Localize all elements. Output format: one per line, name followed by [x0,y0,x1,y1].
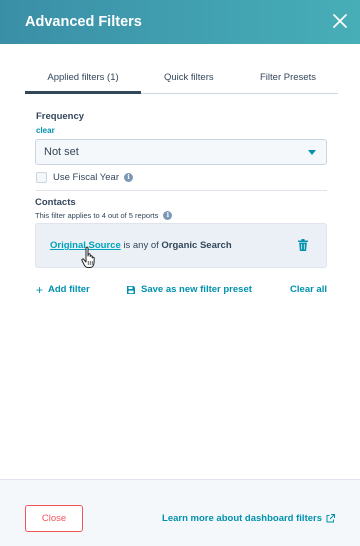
frequency-select[interactable]: Not set [35,139,327,165]
save-preset-label: Save as new filter preset [141,284,252,295]
clear-all-button[interactable]: Clear all [290,284,327,295]
info-icon[interactable]: i [163,211,173,220]
tab-filter-presets[interactable]: Filter Presets [260,66,316,93]
external-link-icon [326,514,335,523]
plus-icon: + [36,282,44,297]
trash-icon[interactable] [298,239,308,251]
section-divider [36,190,327,191]
filter-actions: + Add filter Save as new filter preset C… [36,284,327,298]
filter-value: Organic Search [161,240,232,251]
frequency-label: Frequency [36,111,85,122]
close-button[interactable]: Close [25,505,83,532]
learn-more-link[interactable]: Learn more about dashboard filters [162,513,335,524]
tab-quick-filters[interactable]: Quick filters [164,66,214,93]
tab-applied-filters[interactable]: Applied filters (1) [25,66,141,94]
save-preset-button[interactable]: Save as new filter preset [127,284,252,295]
filter-operator: is any of [123,240,159,251]
filter-card[interactable]: Original Source is any of Organic Search [35,223,327,268]
fiscal-year-row: Use Fiscal Year i [36,170,134,184]
floppy-disk-icon [127,285,135,294]
panel-header: Advanced Filters [0,0,360,44]
frequency-clear-link[interactable]: clear [36,126,55,135]
chevron-down-icon [308,150,316,155]
contacts-note: This filter applies to 4 out of 5 report… [35,211,159,220]
info-icon[interactable]: i [124,172,134,182]
contacts-label: Contacts [35,197,76,208]
panel-title: Advanced Filters [25,14,142,30]
hand-pointer-icon [81,246,95,268]
fiscal-year-label[interactable]: Use Fiscal Year [53,172,119,183]
contacts-note-row: This filter applies to 4 out of 5 report… [35,211,173,220]
fiscal-year-checkbox[interactable] [36,171,47,183]
add-filter-button[interactable]: + Add filter [36,282,90,297]
filter-summary: Original Source is any of Organic Search [50,240,232,251]
frequency-select-value: Not set [44,146,79,158]
close-icon[interactable] [329,10,351,32]
add-filter-label: Add filter [48,284,90,295]
tab-bar: Applied filters (1) Quick filters Filter… [25,66,338,94]
learn-more-label: Learn more about dashboard filters [162,513,322,524]
